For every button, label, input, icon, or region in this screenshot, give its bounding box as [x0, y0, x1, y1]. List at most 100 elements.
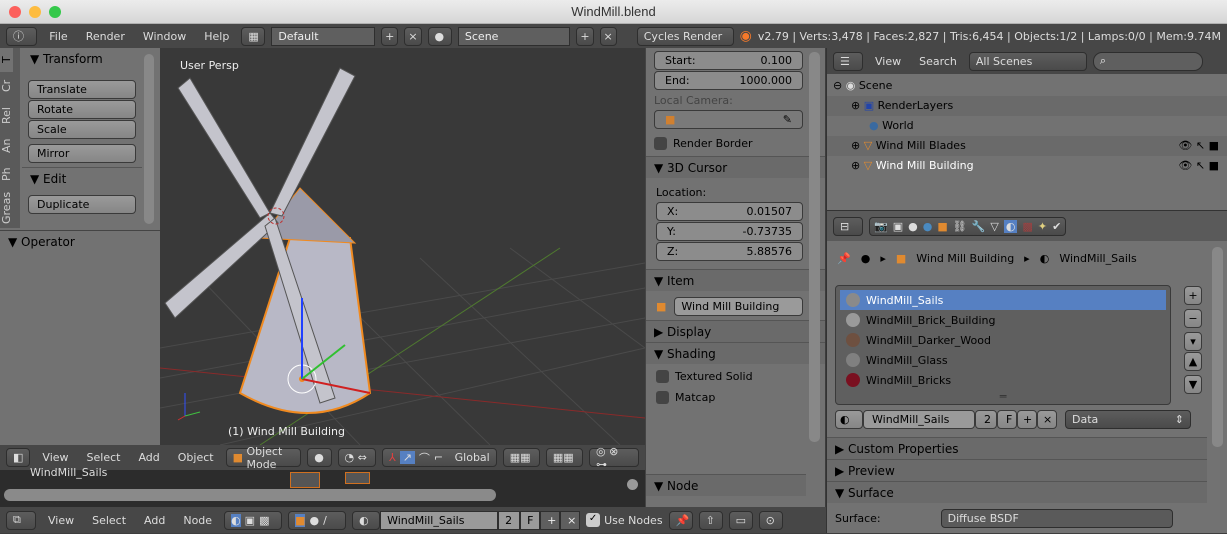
- layers-grid[interactable]: ▦▦: [502, 448, 540, 467]
- node-tree-type[interactable]: ◐ ▣ ▩: [224, 510, 283, 530]
- zoom-window-button[interactable]: [49, 6, 61, 18]
- menu-file[interactable]: File: [43, 30, 73, 43]
- matcap-checkbox[interactable]: Matcap: [646, 389, 825, 406]
- material-slot-item[interactable]: WindMill_Darker_Wood: [840, 330, 1166, 350]
- add-layout-button[interactable]: +: [381, 26, 399, 46]
- outliner-item-world[interactable]: ● World: [827, 116, 1227, 136]
- link-select[interactable]: Data ⇕: [1065, 410, 1191, 429]
- translate-button[interactable]: Translate: [28, 80, 136, 99]
- snap-icon[interactable]: ⊙: [758, 510, 783, 530]
- object-name-field[interactable]: Wind Mill Building: [674, 297, 803, 316]
- tab-relations[interactable]: Rel: [0, 100, 13, 132]
- snap-proportional-icons[interactable]: ◎ ⊗ ⊶: [589, 445, 639, 471]
- material-slot-item[interactable]: WindMill_Glass: [840, 350, 1166, 370]
- scene-icon[interactable]: ●: [427, 26, 452, 46]
- outliner-item-wind-mill-building[interactable]: ⊕ ▽ Wind Mill Building 👁 ↖ ■: [827, 156, 1227, 176]
- outliner-item-scene[interactable]: ⊖ ◉ Scene: [827, 76, 1227, 96]
- 3d-viewport[interactable]: User Persp (1) Wind Mill Building: [160, 48, 645, 445]
- menu-window[interactable]: Window: [137, 30, 192, 43]
- editor-type-3d-icon[interactable]: ◧: [6, 448, 31, 467]
- material-browse-button[interactable]: ◐: [835, 410, 863, 429]
- local-camera-field[interactable]: ■ ✎: [654, 110, 803, 129]
- tab-grease-pencil[interactable]: Greas: [0, 188, 13, 228]
- surface-shader-select[interactable]: Diffuse BSDF: [940, 509, 1173, 528]
- use-nodes-checkbox[interactable]: ✓ Use Nodes: [586, 513, 663, 527]
- material-users[interactable]: 2: [498, 510, 521, 530]
- material-slot-item[interactable]: WindMill_Sails: [840, 290, 1166, 310]
- node-panel-header[interactable]: ▼ Node: [646, 474, 806, 496]
- node-menu-node[interactable]: Node: [177, 514, 218, 527]
- node-menu-select[interactable]: Select: [86, 514, 132, 527]
- node-box[interactable]: [345, 472, 370, 484]
- pin-icon[interactable]: 📌: [837, 252, 851, 265]
- editor-type-node-icon[interactable]: ⧉: [6, 510, 36, 530]
- outliner-item-renderlayers[interactable]: ⊕ ▣ RenderLayers: [827, 96, 1227, 116]
- material-name-field[interactable]: WindMill_Sails: [380, 510, 499, 530]
- clip-end-field[interactable]: End: 1000.000: [654, 71, 803, 90]
- viewport-shading-icon[interactable]: ●: [307, 448, 332, 467]
- remove-scene-button[interactable]: ×: [599, 26, 617, 46]
- parent-node-icon[interactable]: ⇧: [698, 510, 723, 530]
- unlink-material-button[interactable]: ×: [560, 510, 581, 530]
- slot-material-name[interactable]: WindMill_Sails: [863, 410, 975, 429]
- node-menu-add[interactable]: Add: [138, 514, 171, 527]
- move-slot-up-button[interactable]: ▲: [1184, 352, 1202, 371]
- menu-select[interactable]: Select: [81, 451, 127, 464]
- tab-physics[interactable]: Ph: [0, 160, 13, 188]
- menu-help[interactable]: Help: [198, 30, 235, 43]
- slot-specials-button[interactable]: ▾: [1184, 332, 1202, 351]
- slot-users[interactable]: 2: [975, 410, 997, 429]
- pivot-point-icon[interactable]: ◔ ⇔: [337, 448, 376, 467]
- textured-solid-checkbox[interactable]: Textured Solid: [646, 364, 825, 389]
- mode-select[interactable]: ■ Object Mode: [225, 445, 302, 471]
- node-editor-scroll-handle[interactable]: [627, 479, 638, 490]
- display-panel-header[interactable]: ▶ Display: [646, 320, 825, 342]
- material-slot-item[interactable]: WindMill_Bricks: [840, 370, 1166, 390]
- operator-panel-header[interactable]: ▼ Operator: [0, 230, 160, 252]
- fake-user-button[interactable]: F: [520, 510, 541, 530]
- custom-properties-panel-header[interactable]: ▶ Custom Properties: [827, 437, 1207, 459]
- minimize-window-button[interactable]: [29, 6, 41, 18]
- material-browse-icon[interactable]: ◐: [352, 510, 381, 530]
- editor-type-info-icon[interactable]: ⓘ: [6, 26, 38, 46]
- add-slot-button[interactable]: +: [1184, 286, 1202, 305]
- remove-layout-button[interactable]: ×: [404, 26, 422, 46]
- scene-field[interactable]: Scene: [457, 26, 571, 46]
- properties-scrollbar[interactable]: [1212, 247, 1223, 447]
- screen-layout-icon[interactable]: ▦: [241, 26, 266, 46]
- transform-panel-header[interactable]: ▼ Transform: [22, 48, 142, 70]
- menu-view[interactable]: View: [36, 451, 74, 464]
- screen-layout-field[interactable]: Default: [271, 26, 376, 46]
- scale-button[interactable]: Scale: [28, 120, 136, 139]
- render-border-checkbox[interactable]: Render Border: [654, 137, 803, 150]
- properties-region-scrollbar[interactable]: [809, 52, 820, 442]
- editor-type-properties-icon[interactable]: ⊟: [833, 216, 863, 236]
- surface-panel-header[interactable]: ▼ Surface: [827, 481, 1207, 503]
- slot-new-button[interactable]: +: [1017, 410, 1037, 429]
- outliner-item-wind-mill-blades[interactable]: ⊕ ▽ Wind Mill Blades 👁 ↖ ■: [827, 136, 1227, 156]
- tab-animation[interactable]: An: [0, 132, 13, 160]
- context-tabs[interactable]: 📷 ▣ ● ● ■ ⛓ 🔧 ▽ ◐ ▩ ✦ ✔: [869, 216, 1067, 236]
- node-editor-scrollbar[interactable]: [4, 489, 496, 501]
- menu-render[interactable]: Render: [80, 30, 131, 43]
- edit-panel-header[interactable]: ▼ Edit: [22, 167, 142, 189]
- cursor-y-field[interactable]: Y: -0.73735: [656, 222, 803, 241]
- render-engine-select[interactable]: Cycles Render: [636, 26, 734, 46]
- transform-orientation[interactable]: ⅄ ↗ ⌒ ⌐ Global: [381, 448, 497, 467]
- add-scene-button[interactable]: +: [576, 26, 594, 46]
- duplicate-button[interactable]: Duplicate: [28, 195, 136, 214]
- 3d-cursor-panel-header[interactable]: ▼ 3D Cursor: [646, 156, 825, 178]
- close-window-button[interactable]: [9, 6, 21, 18]
- cursor-x-field[interactable]: X: 0.01507: [656, 202, 803, 221]
- node-box[interactable]: [290, 472, 320, 488]
- menu-add[interactable]: Add: [132, 451, 165, 464]
- item-panel-header[interactable]: ▼ Item: [646, 269, 825, 291]
- rotate-button[interactable]: Rotate: [28, 100, 136, 119]
- cursor-z-field[interactable]: Z: 5.88576: [656, 242, 803, 261]
- new-material-button[interactable]: +: [540, 510, 561, 530]
- mirror-button[interactable]: Mirror: [28, 144, 136, 163]
- material-slot-item[interactable]: WindMill_Brick_Building: [840, 310, 1166, 330]
- remove-slot-button[interactable]: −: [1184, 309, 1202, 328]
- pin-icon[interactable]: 📌: [668, 510, 693, 530]
- tool-shelf-scrollbar[interactable]: [144, 54, 154, 224]
